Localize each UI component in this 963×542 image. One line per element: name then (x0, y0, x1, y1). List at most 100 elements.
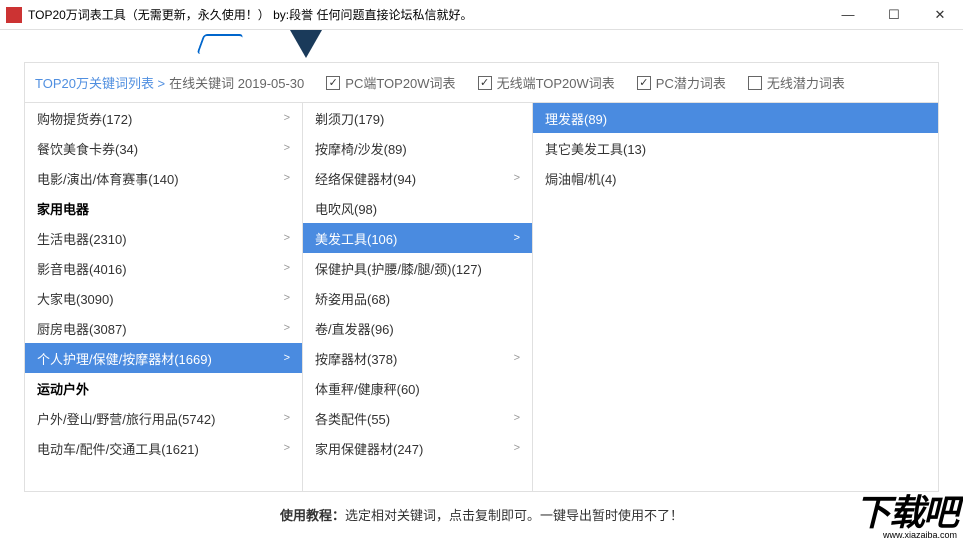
titlebar: TOP20万词表工具（无需更新，永久使用！） by:段誉 任何问题直接论坛私信就… (0, 0, 963, 30)
category-item[interactable]: 电吹风(98) (303, 193, 532, 223)
chevron-right-icon: > (284, 352, 290, 364)
maximize-button[interactable]: ☐ (871, 0, 917, 30)
chevron-right-icon: > (514, 412, 520, 424)
category-item[interactable]: 经络保健器材(94) > (303, 163, 532, 193)
item-label: 经络保健器材(94) (315, 169, 416, 188)
category-item[interactable]: 剃须刀(179) (303, 103, 532, 133)
category-item[interactable]: 家用保健器材(247) > (303, 433, 532, 463)
category-item[interactable]: 理发器(89) (533, 103, 938, 133)
category-item[interactable]: 生活电器(2310) > (25, 223, 302, 253)
category-item[interactable]: 大家电(3090) > (25, 283, 302, 313)
chevron-right-icon: > (514, 232, 520, 244)
filter-checkbox[interactable]: ✓ PC端TOP20W词表 (326, 73, 455, 92)
item-label: 其它美发工具(13) (545, 139, 646, 158)
checkbox-icon (748, 76, 762, 90)
checkbox-icon: ✓ (637, 76, 651, 90)
chevron-right-icon: > (284, 262, 290, 274)
item-label: 购物提货券(172) (37, 109, 132, 128)
item-label: 焗油帽/机(4) (545, 169, 617, 188)
item-label: 生活电器(2310) (37, 229, 127, 248)
filter-bar: TOP20万关键词列表 > 在线关键词 2019-05-30 ✓ PC端TOP20… (25, 63, 938, 103)
category-item[interactable]: 影音电器(4016) > (25, 253, 302, 283)
filter-checkbox[interactable]: ✓ PC潜力词表 (637, 73, 726, 92)
breadcrumb-root[interactable]: TOP20万关键词列表 > (35, 73, 165, 92)
item-label: 电影/演出/体育赛事(140) (37, 169, 179, 188)
chevron-right-icon: > (284, 322, 290, 334)
item-label: 各类配件(55) (315, 409, 390, 428)
chevron-right-icon: > (284, 172, 290, 184)
category-item[interactable]: 购物提货券(172) > (25, 103, 302, 133)
item-label: 按摩椅/沙发(89) (315, 139, 407, 158)
footer-text: 使用教程：选定相对关键词，点击复制即可。一键导出暂时使用不了！ (0, 505, 963, 524)
filter-label: PC潜力词表 (656, 73, 726, 92)
columns: 购物提货券(172)>餐饮美食卡券(34)>电影/演出/体育赛事(140)>家用… (25, 103, 938, 491)
chevron-right-icon: > (284, 442, 290, 454)
chevron-right-icon: > (514, 442, 520, 454)
chevron-right-icon: > (514, 172, 520, 184)
item-label: 体重秤/健康秤(60) (315, 379, 420, 398)
category-item[interactable]: 保健护具(护腰/膝/腿/颈)(127) (303, 253, 532, 283)
chevron-right-icon: > (284, 292, 290, 304)
item-label: 卷/直发器(96) (315, 319, 394, 338)
item-label: 剃须刀(179) (315, 109, 384, 128)
category-item[interactable]: 按摩椅/沙发(89) (303, 133, 532, 163)
category-item[interactable]: 焗油帽/机(4) (533, 163, 938, 193)
category-header: 家用电器 (25, 193, 302, 223)
chevron-right-icon: > (284, 232, 290, 244)
category-header: 运动户外 (25, 373, 302, 403)
filter-label: PC端TOP20W词表 (345, 73, 455, 92)
filter-checkbox[interactable]: 无线潜力词表 (748, 73, 845, 92)
breadcrumb-current: 在线关键词 2019-05-30 (169, 73, 304, 92)
category-item[interactable]: 各类配件(55) > (303, 403, 532, 433)
window-title: TOP20万词表工具（无需更新，永久使用！） by:段誉 任何问题直接论坛私信就… (28, 6, 825, 23)
item-label: 户外/登山/野营/旅行用品(5742) (37, 409, 215, 428)
item-label: 按摩器材(378) (315, 349, 397, 368)
item-label: 大家电(3090) (37, 289, 114, 308)
item-label: 厨房电器(3087) (37, 319, 127, 338)
item-label: 餐饮美食卡券(34) (37, 139, 138, 158)
filter-checkbox[interactable]: ✓ 无线端TOP20W词表 (478, 73, 615, 92)
category-item[interactable]: 其它美发工具(13) (533, 133, 938, 163)
watermark: 下载吧 www.xiazaiba.com (849, 482, 963, 542)
category-item[interactable]: 餐饮美食卡券(34) > (25, 133, 302, 163)
category-item[interactable]: 美发工具(106) > (303, 223, 532, 253)
checkbox-icon: ✓ (478, 76, 492, 90)
minimize-button[interactable]: — (825, 0, 871, 30)
chevron-right-icon: > (284, 112, 290, 124)
checkbox-icon: ✓ (326, 76, 340, 90)
category-item[interactable]: 电影/演出/体育赛事(140) > (25, 163, 302, 193)
item-label: 保健护具(护腰/膝/腿/颈)(127) (315, 259, 482, 278)
item-label: 理发器(89) (545, 109, 607, 128)
category-item[interactable]: 体重秤/健康秤(60) (303, 373, 532, 403)
app-icon (6, 7, 22, 23)
category-column-3: 理发器(89) 其它美发工具(13) 焗油帽/机(4) (533, 103, 938, 491)
top-strip (0, 30, 963, 62)
item-label: 影音电器(4016) (37, 259, 127, 278)
item-label: 家用电器 (37, 199, 89, 218)
chevron-right-icon: > (284, 412, 290, 424)
item-label: 电动车/配件/交通工具(1621) (37, 439, 199, 458)
chevron-right-icon: > (284, 142, 290, 154)
close-button[interactable]: ✕ (917, 0, 963, 30)
category-column-2: 剃须刀(179) 按摩椅/沙发(89) 经络保健器材(94) > 电吹风(98) 美发工具… (303, 103, 533, 491)
item-label: 家用保健器材(247) (315, 439, 423, 458)
category-item[interactable]: 个人护理/保健/按摩器材(1669) > (25, 343, 302, 373)
category-item[interactable]: 按摩器材(378) > (303, 343, 532, 373)
item-label: 电吹风(98) (315, 199, 377, 218)
item-label: 运动户外 (37, 379, 89, 398)
category-item[interactable]: 户外/登山/野营/旅行用品(5742) > (25, 403, 302, 433)
main-panel: TOP20万关键词列表 > 在线关键词 2019-05-30 ✓ PC端TOP20… (24, 62, 939, 492)
category-item[interactable]: 厨房电器(3087) > (25, 313, 302, 343)
chevron-right-icon: > (514, 352, 520, 364)
filter-label: 无线潜力词表 (767, 73, 845, 92)
filter-label: 无线端TOP20W词表 (497, 73, 615, 92)
category-item[interactable]: 电动车/配件/交通工具(1621) > (25, 433, 302, 463)
decor-shape (196, 34, 243, 54)
decor-shape (290, 30, 322, 58)
item-label: 矫姿用品(68) (315, 289, 390, 308)
category-item[interactable]: 矫姿用品(68) (303, 283, 532, 313)
category-column-1: 购物提货券(172) > 餐饮美食卡券(34) > 电影/演出/体育赛事(140) > 家用… (25, 103, 303, 491)
item-label: 个人护理/保健/按摩器材(1669) (37, 349, 212, 368)
item-label: 美发工具(106) (315, 229, 397, 248)
category-item[interactable]: 卷/直发器(96) (303, 313, 532, 343)
